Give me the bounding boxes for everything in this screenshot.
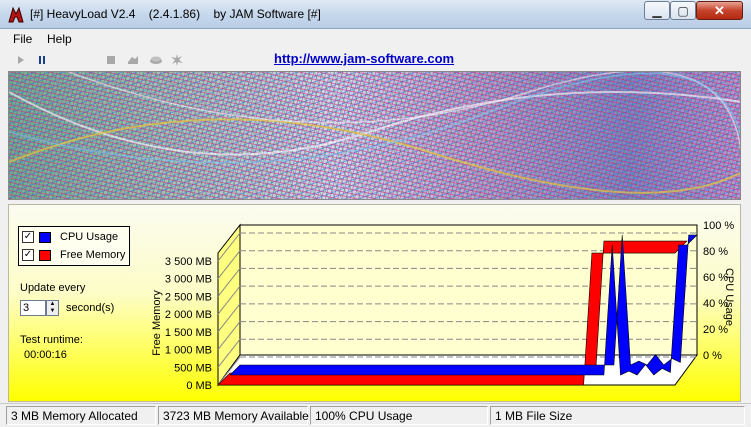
- status-bar: 3 MB Memory Allocated 3723 MB Memory Ava…: [0, 403, 751, 427]
- pause-icon: [39, 56, 45, 64]
- memory-stress-icon: [150, 56, 162, 64]
- start-button[interactable]: [14, 53, 28, 67]
- status-cpu-usage: 100% CPU Usage: [310, 406, 488, 425]
- free-memory-checkbox[interactable]: ✓: [22, 249, 34, 261]
- status-file-size: 1 MB File Size: [490, 406, 745, 425]
- stress-lines: [9, 72, 740, 194]
- start-icon: [18, 56, 24, 64]
- maximize-icon: ▢: [677, 3, 689, 18]
- right-axis-tick-label: 0 %: [703, 350, 722, 362]
- chart-legend: ✓ CPU Usage ✓ Free Memory: [18, 226, 130, 266]
- title-bar: [#] HeavyLoad V2.4 (2.4.1.86) by JAM Sof…: [0, 0, 751, 29]
- legend-cpu-row: ✓ CPU Usage: [22, 229, 118, 245]
- cpu-stress-icon: [128, 56, 138, 64]
- free-memory-swatch: [39, 249, 51, 261]
- legend-mem-row: ✓ Free Memory: [22, 247, 125, 263]
- stress-visualization: [8, 71, 741, 200]
- jam-software-link[interactable]: http://www.jam-software.com: [274, 51, 454, 66]
- cpu-usage-legend-label: CPU Usage: [60, 231, 119, 243]
- test-runtime-value: 00:00:16: [24, 349, 67, 361]
- cpu-usage-swatch: [39, 231, 51, 243]
- minimize-button[interactable]: ▁: [644, 1, 670, 20]
- menu-help[interactable]: Help: [47, 32, 72, 46]
- usage-chart: 0 MB 500 MB 1 000 MB 1 500 MB 2 000 MB 2 500 …: [151, 220, 735, 392]
- right-axis-tick-label: 100 %: [703, 220, 734, 232]
- left-axis-tick-label: 2 000 MB: [165, 309, 212, 321]
- test-runtime-label: Test runtime:: [20, 334, 83, 346]
- spin-down-icon[interactable]: ▼: [47, 308, 58, 315]
- right-axis-tick-label: 80 %: [703, 246, 728, 258]
- close-button[interactable]: ✕: [696, 1, 743, 20]
- cpu-usage-checkbox[interactable]: ✓: [22, 231, 34, 243]
- left-axis-tick-label: 1 000 MB: [165, 345, 212, 357]
- spin-up-icon[interactable]: ▲: [47, 301, 58, 308]
- stop-button[interactable]: [104, 53, 118, 67]
- status-memory-available: 3723 MB Memory Available: [158, 406, 309, 425]
- maximize-button[interactable]: ▢: [670, 1, 696, 20]
- heavyload-app-icon: [8, 6, 24, 23]
- minimize-icon: ▁: [652, 3, 662, 18]
- update-interval-spinner[interactable]: ▲ ▼: [46, 300, 59, 316]
- update-interval-input[interactable]: 3: [20, 300, 46, 316]
- pause-button[interactable]: [35, 53, 49, 67]
- disk-stress-button[interactable]: [170, 53, 184, 67]
- right-axis-label: CPU Usage: [723, 268, 735, 326]
- seconds-label: second(s): [66, 302, 115, 314]
- left-axis-tick-label: 500 MB: [174, 362, 212, 374]
- status-memory-allocated: 3 MB Memory Allocated: [6, 406, 156, 425]
- free-memory-legend-label: Free Memory: [60, 249, 126, 261]
- stop-icon: [107, 56, 115, 64]
- cpu-stress-button[interactable]: [126, 53, 140, 67]
- left-axis-tick-label: 2 500 MB: [165, 291, 212, 303]
- window-title: [#] HeavyLoad V2.4 (2.4.1.86) by JAM Sof…: [30, 7, 321, 21]
- left-axis-tick-label: 1 500 MB: [165, 327, 212, 339]
- close-icon: ✕: [714, 3, 725, 18]
- update-every-label: Update every: [20, 282, 86, 294]
- left-axis-tick-label: 0 MB: [186, 380, 212, 392]
- menu-bar: File Help: [0, 30, 751, 50]
- disk-stress-icon: [171, 54, 183, 66]
- left-axis-tick-label: 3 000 MB: [165, 274, 212, 286]
- left-axis-label: Free Memory: [151, 290, 163, 356]
- left-axis-tick-label: 3 500 MB: [165, 256, 212, 268]
- menu-file[interactable]: File: [13, 32, 32, 46]
- memory-stress-button[interactable]: [149, 53, 163, 67]
